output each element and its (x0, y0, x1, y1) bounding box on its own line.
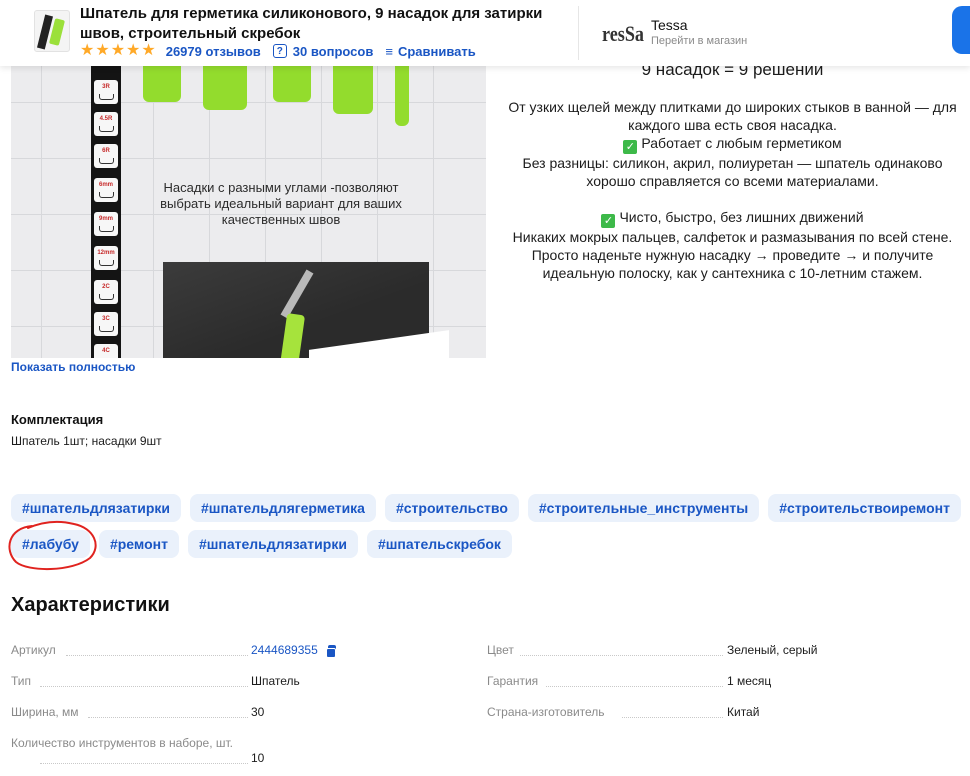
star-icon: ★ (80, 42, 95, 59)
tag-chip[interactable]: #лабубу (11, 530, 90, 558)
show-more-link[interactable]: Показать полностью (11, 360, 135, 374)
star-icon: ★ (126, 42, 141, 59)
char-label: Артикул (11, 643, 56, 657)
reviews-link[interactable]: 26979 отзывов (166, 44, 261, 59)
tag-chip[interactable]: #шпательдлягерметика (189, 494, 376, 522)
shop-logo[interactable]: resSa (601, 14, 645, 50)
copy-icon[interactable] (325, 644, 337, 658)
description-feature-title: ✓ Чисто, быстро, без лишних движений (500, 208, 965, 228)
nozzle-label: 3C (94, 312, 118, 336)
complectation-title: Комплектация (11, 412, 104, 427)
tag-chip[interactable]: #шпательдлязатирки (187, 530, 358, 558)
tag-chip[interactable]: #шпательдлязатирки (11, 494, 181, 522)
product-description: 9 насадок = 9 решений От узких щелей меж… (500, 60, 965, 282)
char-value: 30 (251, 705, 265, 719)
image-caption: Насадки с разными углами -позволяют выбр… (160, 180, 402, 227)
check-icon: ✓ (601, 214, 616, 228)
nozzle-label: 2C (94, 280, 118, 304)
shop-logo-text: resSa (602, 21, 644, 46)
char-label: Количество инструментов в наборе, шт. (11, 736, 233, 750)
tag-chip[interactable]: #строительные_инструменты (527, 494, 760, 522)
nozzle-label: 6R (94, 144, 118, 168)
add-to-cart-button[interactable] (952, 6, 970, 54)
star-icon: ★ (141, 42, 156, 59)
description-paragraph: Никаких мокрых пальцев, салфеток и разма… (512, 229, 953, 281)
article-number: 2444689355 (251, 643, 318, 657)
char-dots (66, 655, 248, 656)
char-label: Тип (11, 674, 32, 688)
description-feature-title: ✓ Работает с любым герметиком (500, 134, 965, 154)
compare-button[interactable]: ≡ Сравнивать (385, 44, 475, 59)
product-sticky-header: Шпатель для герметика силиконового, 9 на… (0, 0, 970, 66)
tag-chip[interactable]: #шпательскребок (366, 530, 512, 558)
compare-label: Сравнивать (397, 43, 476, 59)
feature-title-text: Чисто, быстро, без лишних движений (619, 209, 864, 225)
char-value: 1 месяц (727, 674, 772, 688)
char-dots (520, 655, 723, 656)
description-paragraph: От узких щелей между плитками до широких… (508, 99, 957, 133)
nozzle-label: 4.5R (94, 112, 118, 136)
char-value: Китай (727, 705, 760, 719)
char-dots (40, 686, 248, 687)
product-meta: ★ ★ ★ ★ ★ 26979 отзывов ? 30 вопросов ≡ … (80, 42, 476, 60)
description-paragraph: Без разницы: силикон, акрил, полиуретан … (522, 155, 943, 189)
check-icon: ✓ (623, 140, 638, 154)
feature-title-text: Работает с любым герметиком (641, 135, 842, 151)
question-icon: ? (272, 44, 287, 58)
shop-name[interactable]: Tessa (651, 17, 688, 33)
tag-chip[interactable]: #строительствоиремонт (768, 494, 961, 522)
product-description-image: 3R 4.5R 6R 6mm 9mm 12mm 2C 3C 4C Насадки… (11, 40, 486, 358)
tag-chip[interactable]: #строительство (384, 494, 519, 522)
tag-list: #шпательдлязатирки #шпательдлягерметика … (11, 494, 966, 558)
star-icon: ★ (110, 42, 126, 59)
rating-stars[interactable]: ★ ★ ★ ★ ★ (80, 43, 156, 59)
char-dots (40, 763, 248, 764)
char-value: Зеленый, серый (727, 643, 818, 657)
nozzle-label: 6mm (94, 178, 118, 202)
char-label: Ширина, мм (11, 705, 79, 719)
nozzle-label: 4C (94, 344, 118, 358)
star-icon: ★ (95, 42, 110, 59)
questions-label: 30 вопросов (292, 43, 374, 59)
characteristics-title: Характеристики (11, 594, 170, 616)
char-value: 10 (251, 751, 265, 765)
thumbnail-handle (37, 14, 53, 50)
char-label: Цвет (487, 643, 514, 657)
complectation-value: Шпатель 1шт; насадки 9шт (11, 434, 162, 448)
article-value[interactable]: 2444689355 (251, 643, 337, 658)
char-dots (622, 717, 723, 718)
tag-chip[interactable]: #ремонт (98, 530, 179, 558)
nozzle-label: 9mm (94, 212, 118, 236)
char-value: Шпатель (251, 674, 300, 688)
nozzle-label: 12mm (94, 246, 118, 270)
char-label: Гарантия (487, 674, 539, 688)
product-thumbnail[interactable] (34, 10, 70, 52)
compare-icon: ≡ (385, 43, 393, 59)
char-label: Страна-изготовитель (487, 705, 605, 719)
product-title: Шпатель для герметика силиконового, 9 на… (80, 5, 543, 42)
header-divider (578, 6, 579, 60)
nozzle-label: 3R (94, 80, 118, 104)
char-dots (546, 686, 723, 687)
questions-link[interactable]: ? 30 вопросов (272, 43, 374, 59)
shop-link[interactable]: Перейти в магазин (651, 35, 747, 47)
char-dots (88, 717, 248, 718)
